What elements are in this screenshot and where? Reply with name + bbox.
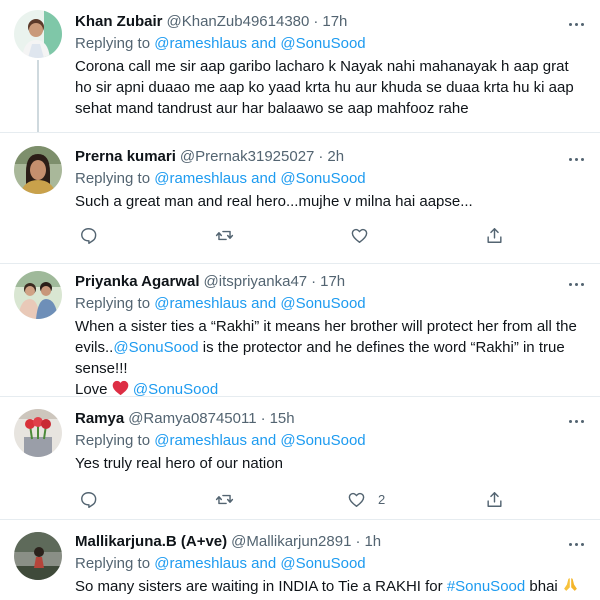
tweet-text: Yes truly real hero of our nation bbox=[75, 455, 283, 472]
user-handle[interactable]: @Prernak31925027 bbox=[180, 147, 315, 167]
share-icon bbox=[487, 227, 502, 243]
reply-targets-link[interactable]: @rameshlaus and @SonuSood bbox=[154, 555, 365, 572]
timestamp[interactable]: 2h bbox=[327, 147, 344, 167]
tweet-header: Prerna kumari @Prernak31925027 · 2h bbox=[75, 147, 580, 167]
tweet[interactable]: Ramya @Ramya08745011 · 15h Replying to @… bbox=[0, 396, 600, 519]
reply-prefix: Replying to bbox=[75, 170, 151, 187]
timestamp[interactable]: 1h bbox=[364, 532, 381, 552]
reply-context: Replying to @rameshlaus and @SonuSood bbox=[75, 169, 580, 189]
avatar[interactable] bbox=[14, 10, 62, 58]
tweet[interactable]: Khan Zubair @KhanZub49614380 · 17h Reply… bbox=[0, 0, 600, 132]
retweet-icon bbox=[215, 494, 234, 504]
reply-context: Replying to @rameshlaus and @SonuSood bbox=[75, 294, 580, 314]
retweet-icon bbox=[215, 230, 234, 240]
avatar[interactable] bbox=[14, 271, 62, 319]
timestamp[interactable]: 17h bbox=[322, 12, 347, 32]
more-icon[interactable] bbox=[569, 275, 584, 293]
retweet-button[interactable] bbox=[215, 488, 234, 510]
reply-button[interactable] bbox=[79, 224, 98, 246]
user-handle[interactable]: @Mallikarjun2891 bbox=[231, 532, 351, 552]
reply-prefix: Replying to bbox=[75, 432, 151, 449]
separator: · bbox=[260, 410, 266, 427]
share-button[interactable] bbox=[485, 488, 504, 510]
user-handle[interactable]: @Ramya08745011 bbox=[128, 409, 256, 429]
reply-prefix: Replying to bbox=[75, 35, 151, 52]
thread-line bbox=[37, 60, 39, 132]
like-button[interactable]: 2 bbox=[347, 488, 385, 510]
display-name[interactable]: Prerna kumari bbox=[75, 147, 176, 167]
display-name[interactable]: Khan Zubair bbox=[75, 12, 163, 32]
timestamp[interactable]: 15h bbox=[270, 409, 295, 429]
tweet-header: Priyanka Agarwal @itspriyanka47 · 17h bbox=[75, 272, 580, 292]
reply-button[interactable] bbox=[79, 488, 98, 510]
avatar[interactable] bbox=[14, 409, 62, 457]
user-handle[interactable]: @KhanZub49614380 bbox=[167, 12, 310, 32]
tweet-text: Corona call me sir aap garibo lacharo k … bbox=[75, 58, 574, 117]
tweet-header: Ramya @Ramya08745011 · 15h bbox=[75, 409, 580, 429]
separator: · bbox=[311, 273, 317, 290]
more-icon[interactable] bbox=[569, 535, 584, 553]
tweet-text-part: So many sisters are waiting in INDIA to … bbox=[75, 578, 447, 595]
separator: · bbox=[313, 13, 319, 30]
like-icon bbox=[348, 492, 365, 507]
reply-context: Replying to @rameshlaus and @SonuSood bbox=[75, 34, 580, 54]
folded-hands-emoji bbox=[562, 576, 579, 599]
reply-targets-link[interactable]: @rameshlaus and @SonuSood bbox=[154, 170, 365, 187]
tweet-text: Such a great man and real hero...mujhe v… bbox=[75, 193, 473, 210]
display-name[interactable]: Ramya bbox=[75, 409, 124, 429]
like-button[interactable] bbox=[350, 224, 369, 246]
separator: · bbox=[318, 148, 324, 165]
display-name[interactable]: Mallikarjuna.B (A+ve) bbox=[75, 532, 227, 552]
retweet-button[interactable] bbox=[215, 224, 234, 246]
tweet[interactable]: Priyanka Agarwal @itspriyanka47 · 17h Re… bbox=[0, 263, 600, 398]
mention-link[interactable]: @SonuSood bbox=[113, 339, 198, 356]
avatar[interactable] bbox=[14, 146, 62, 194]
more-icon[interactable] bbox=[569, 15, 584, 33]
reply-targets-link[interactable]: @rameshlaus and @SonuSood bbox=[154, 35, 365, 52]
reply-prefix: Replying to bbox=[75, 555, 151, 572]
more-icon[interactable] bbox=[569, 150, 584, 168]
more-icon[interactable] bbox=[569, 412, 584, 430]
hashtag-link[interactable]: #SonuSood bbox=[447, 578, 525, 595]
like-icon bbox=[351, 228, 368, 243]
share-button[interactable] bbox=[485, 224, 504, 246]
share-icon bbox=[487, 491, 502, 507]
reply-icon bbox=[81, 227, 97, 244]
tweet-header: Khan Zubair @KhanZub49614380 · 17h bbox=[75, 12, 580, 32]
tweet[interactable]: Mallikarjuna.B (A+ve) @Mallikarjun2891 ·… bbox=[0, 519, 600, 600]
avatar[interactable] bbox=[14, 532, 62, 580]
reply-targets-link[interactable]: @rameshlaus and @SonuSood bbox=[154, 295, 365, 312]
reply-context: Replying to @rameshlaus and @SonuSood bbox=[75, 431, 580, 451]
tweet-text-part: bhai bbox=[525, 578, 558, 595]
tweet-header: Mallikarjuna.B (A+ve) @Mallikarjun2891 ·… bbox=[75, 532, 580, 552]
separator: · bbox=[355, 533, 361, 550]
tweet-text: When a sister ties a “Rakhi” it means he… bbox=[75, 316, 580, 402]
reply-targets-link[interactable]: @rameshlaus and @SonuSood bbox=[154, 432, 365, 449]
user-handle[interactable]: @itspriyanka47 bbox=[204, 272, 308, 292]
reply-prefix: Replying to bbox=[75, 295, 151, 312]
tweet[interactable]: Prerna kumari @Prernak31925027 · 2h Repl… bbox=[0, 132, 600, 263]
display-name[interactable]: Priyanka Agarwal bbox=[75, 272, 200, 292]
like-count: 2 bbox=[378, 491, 386, 507]
reply-context: Replying to @rameshlaus and @SonuSood bbox=[75, 554, 580, 574]
timestamp[interactable]: 17h bbox=[320, 272, 345, 292]
tweet-text: So many sisters are waiting in INDIA to … bbox=[75, 576, 580, 599]
reply-icon bbox=[81, 491, 97, 508]
